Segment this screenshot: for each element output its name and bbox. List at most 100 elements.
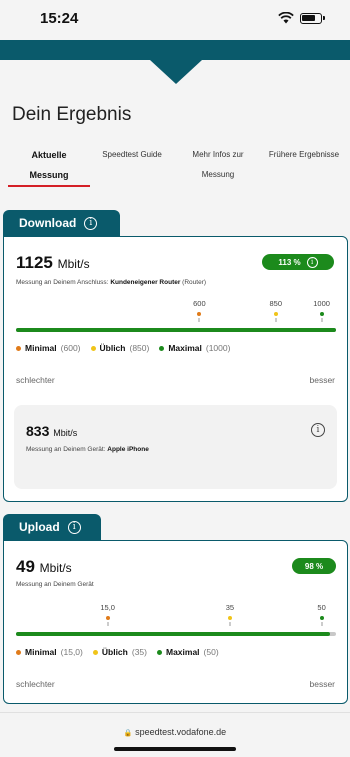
gauge-tick-label: 850: [269, 299, 283, 308]
tab-label: Aktuelle: [31, 150, 67, 160]
legend-value: (850): [129, 343, 150, 353]
gauge-tick-dot: [105, 616, 110, 620]
upload-bar-track: [16, 632, 336, 636]
download-desc-prefix: Messung an Deinem Anschluss:: [16, 279, 111, 286]
gauge-tick-dot: [273, 312, 278, 316]
scale-worse-label: schlechter: [16, 679, 55, 689]
legend-dot: [16, 649, 21, 655]
upload-speed-unit: Mbit/s: [39, 561, 72, 575]
download-section-label: Download: [19, 216, 77, 230]
scale-worse-label: schlechter: [16, 375, 55, 385]
gauge-tick-line: [321, 622, 323, 626]
tab-label: Frühere Ergebnisse: [268, 150, 340, 159]
tab-current-measurement[interactable]: Aktuelle Messung: [8, 145, 90, 185]
upload-section-label: Upload: [19, 520, 60, 534]
download-percent-value: 113 %: [278, 257, 301, 267]
gauge-tick-dot: [319, 616, 324, 620]
legend-value: (35): [131, 647, 147, 657]
legend-dot: [16, 345, 21, 351]
browser-bottom-bar: 🔒 speedtest.vodafone.de: [0, 712, 350, 757]
legend-value: (15,0): [60, 647, 83, 657]
status-bar: 15:24: [0, 0, 350, 40]
banner-arrow: [150, 60, 202, 84]
legend-value: (600): [60, 343, 81, 353]
upload-percent-badge: 98 %: [292, 558, 336, 574]
device-measurement-card: 833 Mbit/s i Messung an Deinem Gerät: Ap…: [14, 405, 337, 489]
upload-speed: 49 Mbit/s: [16, 557, 72, 577]
device-desc-prefix: Messung an Deinem Gerät:: [26, 446, 108, 453]
upload-legend: Minimal (15,0) Üblich (35) Maximal (50): [16, 647, 219, 657]
upload-bar-fill: [16, 632, 330, 636]
gauge-tick-line: [321, 318, 323, 322]
scale-better-label: besser: [309, 375, 335, 385]
gauge-tick-dot: [227, 616, 232, 620]
gauge-tick-line: [198, 318, 200, 322]
download-desc-bold: Kundeneigener Router: [110, 279, 181, 286]
tab-speedtest-guide[interactable]: Speedtest Guide: [96, 145, 168, 165]
legend-dot: [159, 345, 165, 351]
legend-item-usual: Üblich (850): [90, 343, 150, 353]
download-desc-suffix: (Router): [180, 279, 207, 286]
legend-dot: [92, 649, 98, 655]
legend-item-usual: Üblich (35): [92, 647, 147, 657]
device-speed-unit: Mbit/s: [53, 428, 78, 438]
legend-value: (1000): [205, 343, 231, 353]
download-speed-unit: Mbit/s: [57, 257, 90, 271]
download-bar-fill: [16, 328, 336, 332]
legend-dot: [156, 649, 162, 655]
gauge-tick-label: 15,0: [100, 603, 115, 612]
gauge-tick-label: 35: [225, 603, 235, 612]
home-indicator[interactable]: [114, 747, 236, 751]
device-speed: 833 Mbit/s: [26, 423, 77, 439]
gauge-tick-label: 50: [317, 603, 326, 612]
wifi-icon: [278, 12, 294, 24]
header-banner: [0, 40, 350, 60]
upload-card: 49 Mbit/s 98 % Messung an Deinem Gerät 1…: [3, 540, 348, 704]
download-card: 1125 Mbit/s 113 % i Messung an Deinem An…: [3, 236, 348, 502]
download-description: Messung an Deinem Anschluss: Kundeneigen…: [16, 279, 206, 286]
upload-percent-value: 98 %: [304, 561, 324, 571]
legend-name: Üblich: [99, 343, 126, 353]
download-speed-value: 1125: [16, 253, 53, 272]
device-speed-value: 833: [26, 423, 50, 439]
gauge-tick-label: 600: [193, 299, 206, 308]
legend-item-maximal: Maximal (50): [156, 647, 219, 657]
info-icon[interactable]: i: [84, 216, 98, 230]
tab-label: Speedtest Guide: [102, 150, 162, 159]
address-bar[interactable]: 🔒 speedtest.vodafone.de: [0, 727, 350, 737]
info-icon[interactable]: i: [311, 423, 325, 437]
info-icon[interactable]: i: [306, 256, 318, 268]
device-desc-bold: Apple iPhone: [107, 446, 149, 453]
tab-label: Messung: [201, 170, 235, 179]
legend-name: Maximal: [165, 647, 200, 657]
legend-item-minimal: Minimal (600): [16, 343, 81, 353]
tab-more-info[interactable]: Mehr Infos zur Messung: [178, 145, 258, 185]
download-legend: Minimal (600) Üblich (850) Maximal (1000): [16, 343, 230, 353]
page-title: Dein Ergebnis: [12, 104, 132, 125]
upload-section-tab: Upload i: [3, 514, 101, 540]
legend-dot: [90, 345, 96, 351]
gauge-tick-line: [229, 622, 231, 626]
battery-icon: [300, 12, 325, 24]
tab-previous-results[interactable]: Frühere Ergebnisse: [262, 145, 346, 165]
gauge-tick-line: [275, 318, 277, 322]
gauge-tick-label: 1000: [313, 299, 330, 308]
status-icons: [278, 12, 325, 24]
gauge-tick-dot: [197, 312, 202, 316]
legend-value: (50): [203, 647, 219, 657]
info-icon[interactable]: i: [67, 520, 81, 534]
url-text: speedtest.vodafone.de: [135, 727, 227, 737]
download-speed: 1125 Mbit/s: [16, 253, 90, 273]
legend-item-minimal: Minimal (15,0): [16, 647, 83, 657]
download-gauge: 600 850 1000: [16, 299, 336, 339]
legend-name: Minimal: [25, 343, 57, 353]
download-section-tab: Download i: [3, 210, 120, 236]
upload-gauge: 15,0 35 50: [16, 603, 336, 643]
upload-description: Messung an Deinem Gerät: [16, 581, 94, 588]
status-time: 15:24: [40, 10, 79, 27]
tab-label: Mehr Infos zur: [192, 150, 244, 159]
gauge-tick-dot: [319, 312, 324, 316]
legend-item-maximal: Maximal (1000): [159, 343, 230, 353]
upload-speed-value: 49: [16, 557, 35, 576]
scale-better-label: besser: [309, 679, 335, 689]
